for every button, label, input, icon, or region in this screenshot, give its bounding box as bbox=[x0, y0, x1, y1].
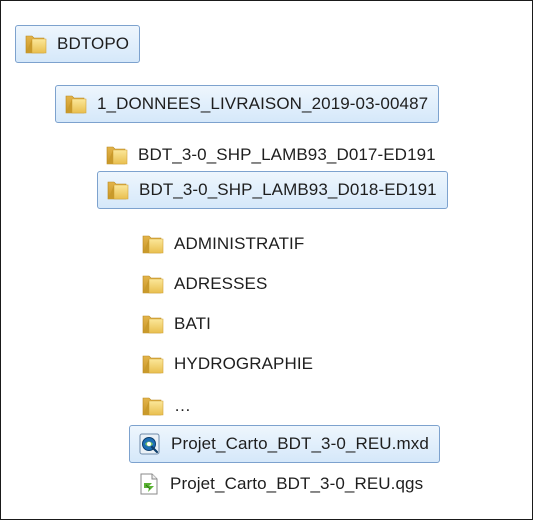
tree-item-label: ADRESSES bbox=[174, 274, 268, 293]
tree-item-administratif[interactable]: ADMINISTRATIF bbox=[133, 225, 314, 263]
tree-item-bati[interactable]: BATI bbox=[133, 305, 221, 343]
tree-item-label: HYDROGRAPHIE bbox=[174, 354, 314, 373]
folder-icon bbox=[141, 313, 165, 335]
tree-item-label: Projet_Carto_BDT_3-0_REU.mxd bbox=[171, 434, 429, 453]
tree-item-label: BDT_3-0_SHP_LAMB93_D017-ED191 bbox=[138, 145, 436, 164]
folder-icon bbox=[141, 395, 165, 417]
folder-icon bbox=[141, 233, 165, 255]
tree-item-label: BDT_3-0_SHP_LAMB93_D018-ED191 bbox=[139, 180, 437, 199]
tree-item-bdtopo[interactable]: BDTOPO bbox=[15, 25, 141, 63]
folder-tree-panel: BDTOPO 1_DONNEES_LIVRAISON_2019-03-00487… bbox=[0, 0, 533, 520]
folder-icon bbox=[141, 273, 165, 295]
tree-item-label: Projet_Carto_BDT_3-0_REU.qgs bbox=[170, 474, 424, 493]
tree-item-d017[interactable]: BDT_3-0_SHP_LAMB93_D017-ED191 bbox=[97, 136, 446, 174]
tree-item-mxd-project[interactable]: Projet_Carto_BDT_3-0_REU.mxd bbox=[129, 425, 440, 463]
tree-item-qgs-project[interactable]: Projet_Carto_BDT_3-0_REU.qgs bbox=[129, 465, 433, 503]
tree-item-label: ADMINISTRATIF bbox=[174, 234, 305, 253]
tree-item-label: 1_DONNEES_LIVRAISON_2019-03-00487 bbox=[97, 94, 429, 113]
folder-icon bbox=[64, 93, 88, 115]
tree-item-donnees-livraison[interactable]: 1_DONNEES_LIVRAISON_2019-03-00487 bbox=[55, 85, 440, 123]
folder-icon bbox=[106, 179, 130, 201]
tree-item-more[interactable]: … bbox=[133, 387, 201, 425]
tree-item-d018[interactable]: BDT_3-0_SHP_LAMB93_D018-ED191 bbox=[97, 171, 448, 209]
folder-icon bbox=[105, 144, 129, 166]
tree-item-label: … bbox=[174, 396, 192, 415]
tree-item-label: BDTOPO bbox=[57, 34, 130, 53]
tree-item-label: BATI bbox=[174, 314, 211, 333]
qgis-project-icon bbox=[137, 473, 161, 495]
folder-icon bbox=[24, 33, 48, 55]
arcmap-document-icon bbox=[138, 433, 162, 455]
tree-item-hydrographie[interactable]: HYDROGRAPHIE bbox=[133, 345, 323, 383]
tree-item-adresses[interactable]: ADRESSES bbox=[133, 265, 277, 303]
folder-icon bbox=[141, 353, 165, 375]
